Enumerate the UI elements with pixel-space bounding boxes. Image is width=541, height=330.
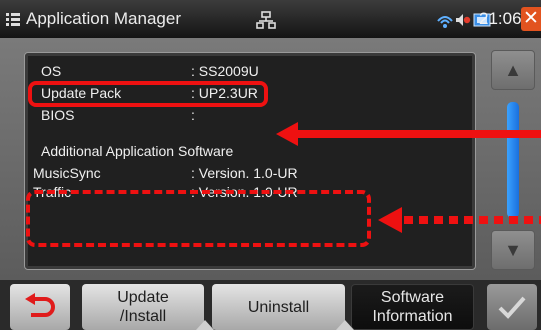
app-version: : Version. 1.0-UR xyxy=(191,165,298,181)
update-label-line2: /Install xyxy=(119,308,167,325)
app-manager-icon xyxy=(6,13,20,26)
checkmark-icon xyxy=(498,296,526,319)
uninstall-button[interactable]: Uninstall xyxy=(212,284,345,330)
update-label-line1: Update xyxy=(117,289,169,306)
content-area: OS : SS2009U Update Pack : UP2.3UR BIOS … xyxy=(0,38,541,280)
clock: 21:06 xyxy=(479,9,522,28)
update-pack-highlight xyxy=(28,81,268,107)
solid-arrow-icon xyxy=(276,122,541,146)
signal-icon xyxy=(437,16,453,28)
ok-button[interactable] xyxy=(487,284,537,330)
tab-notch xyxy=(196,320,214,330)
scroll-down-button[interactable]: ▼ xyxy=(491,230,535,270)
back-arrow-icon xyxy=(25,293,55,317)
network-icon xyxy=(256,11,276,29)
os-row: OS : SS2009U xyxy=(41,63,259,79)
close-button[interactable]: ✕ xyxy=(521,7,541,31)
os-value: : SS2009U xyxy=(191,63,259,79)
apps-highlight xyxy=(26,190,371,247)
info-label-line2: Information xyxy=(372,308,453,325)
bios-row: BIOS : xyxy=(41,107,195,123)
app-name: MusicSync xyxy=(33,165,101,181)
title-bar: Application Manager 21:06 ✕ xyxy=(0,0,541,38)
additional-software-heading: Additional Application Software xyxy=(41,143,234,159)
info-label-line1: Software xyxy=(380,289,445,306)
back-button[interactable] xyxy=(10,284,70,330)
update-install-button[interactable]: Update/Install xyxy=(82,284,204,330)
scroll-up-button[interactable]: ▲ xyxy=(491,50,535,90)
scrollbar-thumb[interactable] xyxy=(507,102,519,218)
bios-value: : xyxy=(191,107,195,123)
bottom-toolbar: Update/Install Uninstall Software Informa… xyxy=(0,280,541,330)
os-label: OS xyxy=(41,63,62,79)
app-title: Application Manager xyxy=(26,9,181,28)
software-information-tab[interactable]: Software Information xyxy=(351,284,474,330)
tab-notch xyxy=(336,320,354,330)
audio-icon xyxy=(456,14,471,26)
bios-label: BIOS xyxy=(41,107,75,123)
dotted-arrow-icon xyxy=(378,207,541,233)
app-row-musicsync: MusicSync : Version. 1.0-UR xyxy=(33,165,298,181)
